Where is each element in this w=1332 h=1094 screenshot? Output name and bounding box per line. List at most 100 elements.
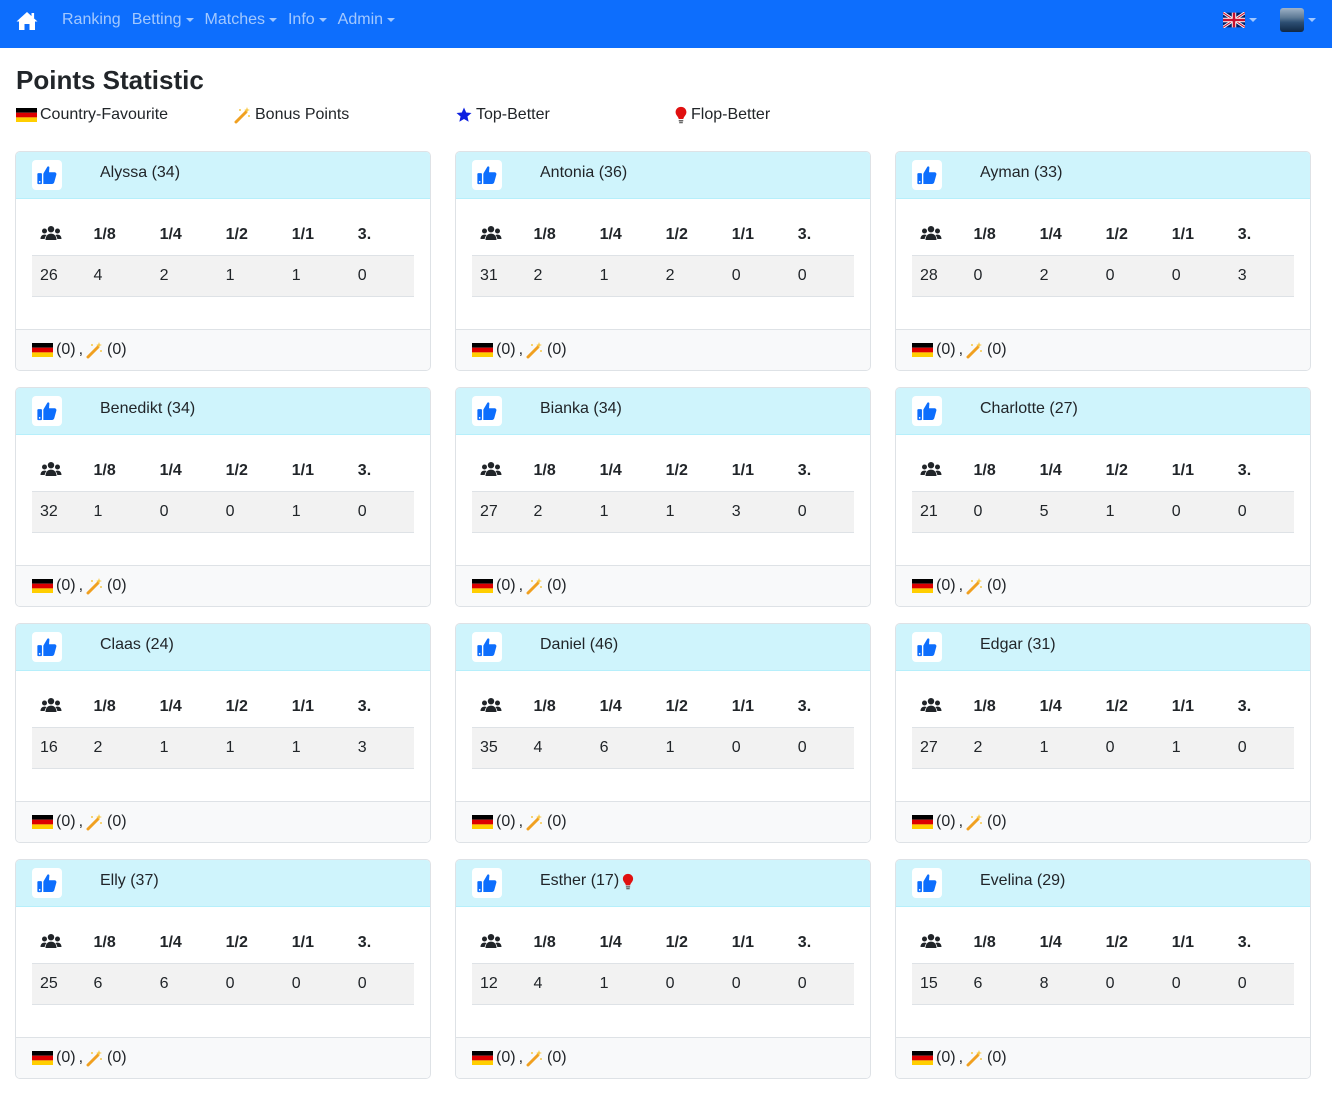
table-cell: 1 — [283, 491, 350, 533]
thumbs-up-button[interactable] — [912, 396, 942, 426]
card-header: Esther (17) — [456, 860, 870, 907]
column-header: 1/4 — [159, 226, 182, 243]
thumbs-up-button[interactable] — [472, 868, 502, 898]
nav-info[interactable]: Info — [288, 11, 327, 29]
thumbs-up-button[interactable] — [912, 868, 942, 898]
nav-ranking[interactable]: Ranking — [62, 11, 121, 29]
table-row: 26 4 2 1 1 0 — [32, 255, 414, 297]
thumbs-up-button[interactable] — [32, 632, 62, 662]
stats-table: 1/8 1/4 1/2 1/1 3. 16 2 1 1 1 3 — [32, 687, 414, 769]
card-footer: (0) , (0) — [456, 801, 870, 842]
table-cell: 0 — [151, 491, 218, 533]
home-icon[interactable] — [15, 9, 39, 33]
bonus-points-count: (0) — [107, 1049, 127, 1066]
users-icon — [480, 933, 502, 948]
language-dropdown[interactable] — [1223, 12, 1257, 28]
user-name-label: Claas (24) — [100, 636, 174, 653]
thumbs-up-button[interactable] — [472, 632, 502, 662]
card-footer: (0) , (0) — [896, 329, 1310, 370]
separator: , — [518, 341, 524, 358]
column-header: 1/1 — [291, 934, 314, 951]
users-icon — [40, 933, 62, 948]
user-card: Elly (37) 1/8 1/4 1/2 1/1 3. 25 6 6 0 0 … — [15, 859, 431, 1079]
nav-matches[interactable]: Matches — [205, 11, 277, 29]
table-cell: 0 — [1097, 727, 1164, 769]
table-cell: 26 — [32, 255, 86, 297]
table-cell: 0 — [1163, 255, 1230, 297]
column-header: 1/8 — [93, 934, 116, 951]
chevron-down-icon — [387, 18, 396, 22]
user-card: Claas (24) 1/8 1/4 1/2 1/1 3. 16 2 1 1 1… — [15, 623, 431, 843]
bonus-points-count: (0) — [107, 813, 127, 830]
participants-header — [32, 451, 85, 492]
user-card: Benedikt (34) 1/8 1/4 1/2 1/1 3. 32 1 0 … — [15, 387, 431, 607]
thumbs-up-button[interactable] — [472, 396, 502, 426]
users-icon — [480, 697, 502, 712]
nav-betting[interactable]: Betting — [132, 11, 194, 29]
table-cell: 0 — [789, 491, 854, 533]
participants-header — [912, 923, 965, 964]
table-cell: 3 — [1229, 255, 1294, 297]
thumbs-up-button[interactable] — [912, 632, 942, 662]
table-cell: 0 — [657, 963, 724, 1005]
column-header: 1/4 — [159, 934, 182, 951]
participants-header — [32, 687, 85, 728]
table-cell: 1 — [217, 255, 284, 297]
table-cell: 0 — [1229, 491, 1294, 533]
table-cell: 1 — [217, 727, 284, 769]
stats-table: 1/8 1/4 1/2 1/1 3. 26 4 2 1 1 0 — [32, 215, 414, 297]
nav-right — [1223, 0, 1316, 40]
column-header: 1/4 — [1039, 462, 1062, 479]
uk-flag-icon — [1223, 12, 1245, 28]
separator: , — [518, 577, 524, 594]
table-cell: 0 — [965, 255, 1032, 297]
magic-wand-icon — [966, 814, 983, 831]
thumbs-up-button[interactable] — [32, 396, 62, 426]
table-cell: 6 — [151, 963, 218, 1005]
card-footer: (0) , (0) — [896, 565, 1310, 606]
country-favourite-count: (0) — [56, 1049, 76, 1066]
thumbs-up-button[interactable] — [32, 868, 62, 898]
table-cell: 12 — [472, 963, 526, 1005]
table-cell: 1 — [657, 491, 724, 533]
thumbs-up-icon — [37, 402, 57, 421]
user-menu[interactable] — [1280, 8, 1316, 32]
table-cell: 0 — [1163, 491, 1230, 533]
users-icon — [920, 697, 942, 712]
card-header: Elly (37) — [16, 860, 430, 907]
separator: , — [518, 813, 524, 830]
user-name-label: Edgar (31) — [980, 636, 1056, 653]
magic-wand-icon — [966, 578, 983, 595]
table-cell: 2 — [85, 727, 152, 769]
card-header: Edgar (31) — [896, 624, 1310, 671]
table-row: 32 1 0 0 1 0 — [32, 491, 414, 533]
page-title: Points Statistic — [16, 65, 204, 95]
table-row: 15 6 8 0 0 0 — [912, 963, 1294, 1005]
table-cell: 0 — [723, 255, 790, 297]
table-cell: 27 — [472, 491, 526, 533]
bonus-points-count: (0) — [547, 341, 567, 358]
table-cell: 2 — [1031, 255, 1098, 297]
stats-table: 1/8 1/4 1/2 1/1 3. 35 4 6 1 0 0 — [472, 687, 854, 769]
column-header: 1/1 — [731, 698, 754, 715]
column-header: 1/2 — [1105, 226, 1128, 243]
table-cell: 0 — [349, 963, 414, 1005]
thumbs-up-button[interactable] — [32, 160, 62, 190]
nav-admin[interactable]: Admin — [338, 11, 396, 29]
germany-flag-icon — [32, 579, 53, 593]
germany-flag-icon — [472, 579, 493, 593]
germany-flag-icon — [472, 343, 493, 357]
user-card: Edgar (31) 1/8 1/4 1/2 1/1 3. 27 2 1 0 1… — [895, 623, 1311, 843]
thumbs-up-button[interactable] — [912, 160, 942, 190]
column-header: 1/2 — [1105, 698, 1128, 715]
table-cell: 1 — [283, 727, 350, 769]
thumbs-up-button[interactable] — [472, 160, 502, 190]
column-header: 1/1 — [291, 226, 314, 243]
magic-wand-icon — [526, 1050, 543, 1067]
column-header: 3. — [1237, 934, 1252, 951]
participants-header — [32, 215, 85, 256]
user-card: Charlotte (27) 1/8 1/4 1/2 1/1 3. 21 0 5… — [895, 387, 1311, 607]
table-cell: 35 — [472, 727, 526, 769]
users-icon — [480, 461, 502, 476]
participants-header — [472, 687, 525, 728]
